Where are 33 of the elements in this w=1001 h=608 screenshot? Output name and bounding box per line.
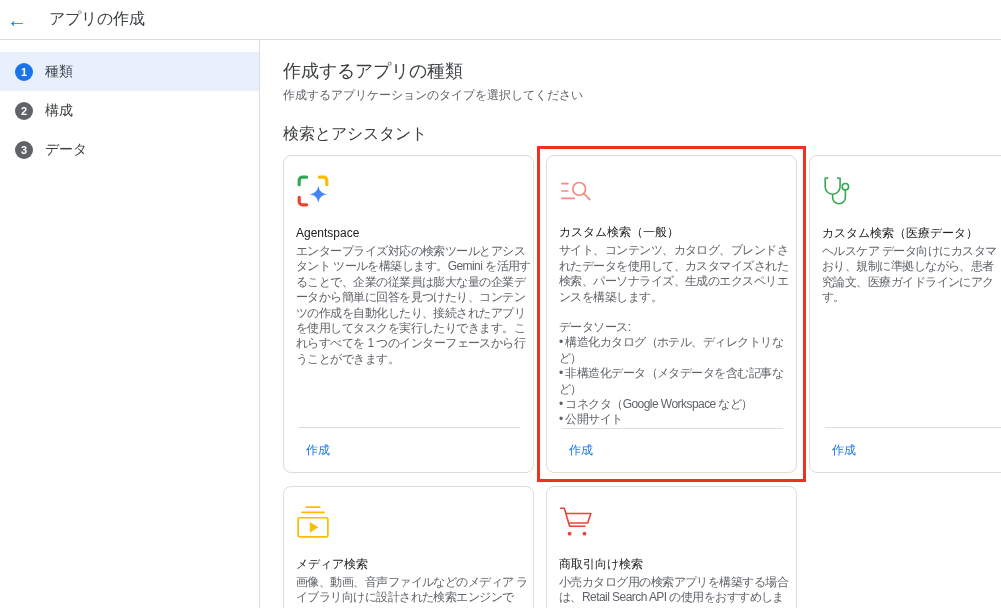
app-type-card[interactable]: カスタム検索（一般） サイト、コンテンツ、カタログ、ブレンドさ れたデータを使用して、カスタマイズされた 検索、パーソナライズ、生成のエクスペリエ ンスを構築します。 データソース: • 構造化カタログ（ホテル、ディレクトリな ど） • 非構造化データ（メタデータを含む記事な ど） • コネクタ（Google Workspace など） • 公開サイト 作成 [546, 155, 797, 473]
section-heading: 検索とアシスタント [283, 124, 428, 144]
card-title: カスタム検索（医療データ） [822, 225, 979, 242]
card-title: メディア検索 [296, 556, 369, 573]
sparkle-icon [296, 174, 330, 208]
app-type-card[interactable]: 商取引向け検索 小売カタログ用の検索アプリを構築する場合 は、Retail Search API の使用をおすすめしま [546, 486, 797, 608]
subtitle: 作成するアプリケーションのタイプを選択してください [283, 87, 584, 104]
video-icon [296, 505, 330, 539]
card-description: 小売カタログ用の検索アプリを構築する場合 は、Retail Search API の使用をおすすめしま [559, 575, 788, 606]
step-item[interactable]: 2 構成 [0, 91, 259, 130]
step-number: 1 [15, 62, 33, 81]
card-title: 商取引向け検索 [559, 556, 644, 573]
app-type-card[interactable]: メディア検索 画像、動画、音声ファイルなどのメディア ラ イブラリ向けに設計された検索エンジンで [283, 486, 534, 608]
step-item[interactable]: 1 種類 [0, 52, 259, 91]
card-description: ヘルスケア データ向けにカスタマ おり、規制に準拠しながら、患者 究論文、医療ガイドラインにアク す。 [822, 244, 997, 306]
card-description: サイト、コンテンツ、カタログ、ブレンドさ れたデータを使用して、カスタマイズされた 検索、パーソナライズ、生成のエクスペリエ ンスを構築します。 [559, 243, 788, 305]
step-number: 2 [15, 101, 33, 120]
create-button[interactable]: 作成 [822, 437, 866, 463]
card-description: エンタープライズ対応の検索ツールとアシス タント ツールを構築します。Gemini を活用す ることで、企業の従業員は膨大な量の企業デ ータから簡単に回答を見つけたり、コンテン ツの作成を自動化したり、接続されたアプリ を使用してタスクを実行したりできます。こ れらすべてを 1 つのインターフェースから行 うことができます。 [296, 244, 531, 368]
page-title: アプリの作成 [49, 9, 145, 29]
card-title: カスタム検索（一般） [559, 224, 680, 242]
cart-icon [559, 505, 593, 539]
card-description: 画像、動画、音声ファイルなどのメディア ラ イブラリ向けに設計された検索エンジンで [296, 575, 528, 606]
step-number: 3 [15, 140, 33, 159]
create-button[interactable]: 作成 [559, 437, 603, 463]
app-type-card[interactable]: カスタム検索（医療データ） ヘルスケア データ向けにカスタマ おり、規制に準拠しながら、患者 究論文、医療ガイドラインにアク す。 作成 [809, 155, 1001, 473]
app-type-card[interactable]: Agentspace エンタープライズ対応の検索ツールとアシス タント ツールを構築します。Gemini を活用す ることで、企業の従業員は膨大な量の企業デ ータから簡単に回答を見つけたり、コンテン ツの作成を自動化したり、接続されたアプリ を使用してタスクを実行したりできます。こ れらすべてを 1 つのインターフェースから行 うことができます。 作成 [283, 155, 534, 473]
back-button[interactable]: ← [7, 9, 27, 30]
data-source-list: データソース: • 構造化カタログ（ホテル、ディレクトリな ど） • 非構造化データ（メタデータを含む記事な ど） • コネクタ（Google Workspace など） • 公開サイト [559, 319, 783, 428]
create-button[interactable]: 作成 [296, 437, 340, 463]
step-item[interactable]: 3 データ [0, 130, 259, 169]
heading: 作成するアプリの種類 [283, 60, 464, 83]
card-title: Agentspace [296, 225, 361, 242]
